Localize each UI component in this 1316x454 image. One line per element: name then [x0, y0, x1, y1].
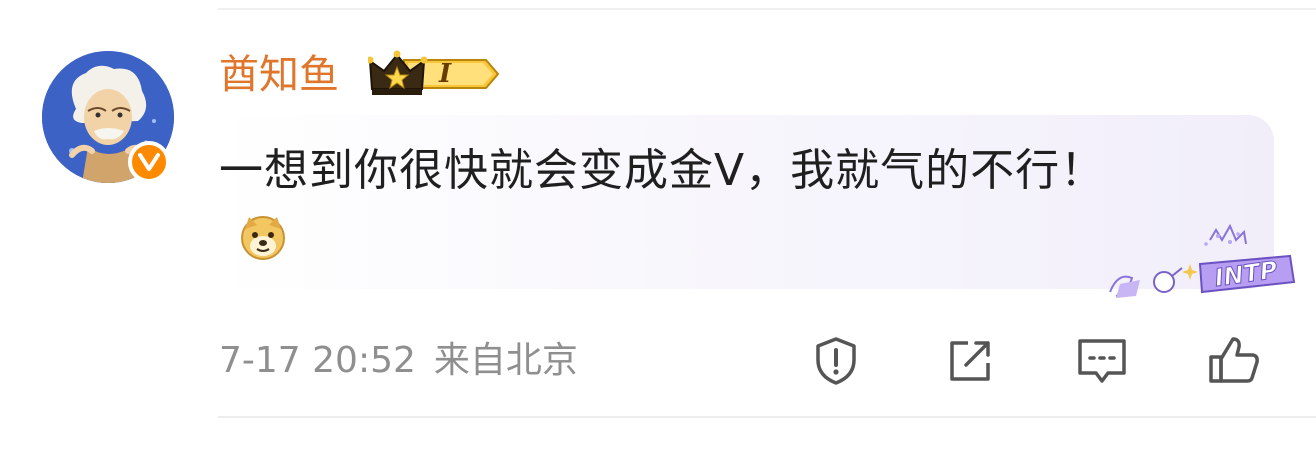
reply-button[interactable]: [1074, 333, 1130, 389]
report-icon: [816, 337, 856, 385]
vip-level-text: I: [439, 59, 452, 89]
comment-text[interactable]: 一想到你很快就会变成金V，我就气的不行！: [219, 138, 1159, 270]
share-icon: [950, 341, 990, 381]
vip-badge[interactable]: I: [366, 49, 500, 99]
comment-body: 一想到你很快就会变成金V，我就气的不行！: [219, 145, 1106, 196]
intp-decoration: INTP: [1106, 222, 1298, 302]
bottom-divider: [218, 416, 1316, 418]
location: 来自北京: [433, 340, 578, 381]
verified-icon: [138, 153, 160, 171]
like-icon: [1209, 337, 1259, 383]
share-button[interactable]: [942, 333, 998, 389]
comment-meta: 7-17 20:52 来自北京: [219, 337, 578, 385]
top-divider: [218, 8, 1316, 10]
reply-icon: [1078, 339, 1126, 383]
doge-emoji: [239, 213, 287, 261]
verified-v-badge: [128, 141, 170, 183]
timestamp: 7-17 20:52: [219, 340, 416, 381]
username[interactable]: 酋知鱼: [219, 50, 339, 100]
crown-icon: [366, 50, 500, 95]
report-button[interactable]: [808, 333, 864, 389]
like-button[interactable]: [1206, 333, 1262, 389]
